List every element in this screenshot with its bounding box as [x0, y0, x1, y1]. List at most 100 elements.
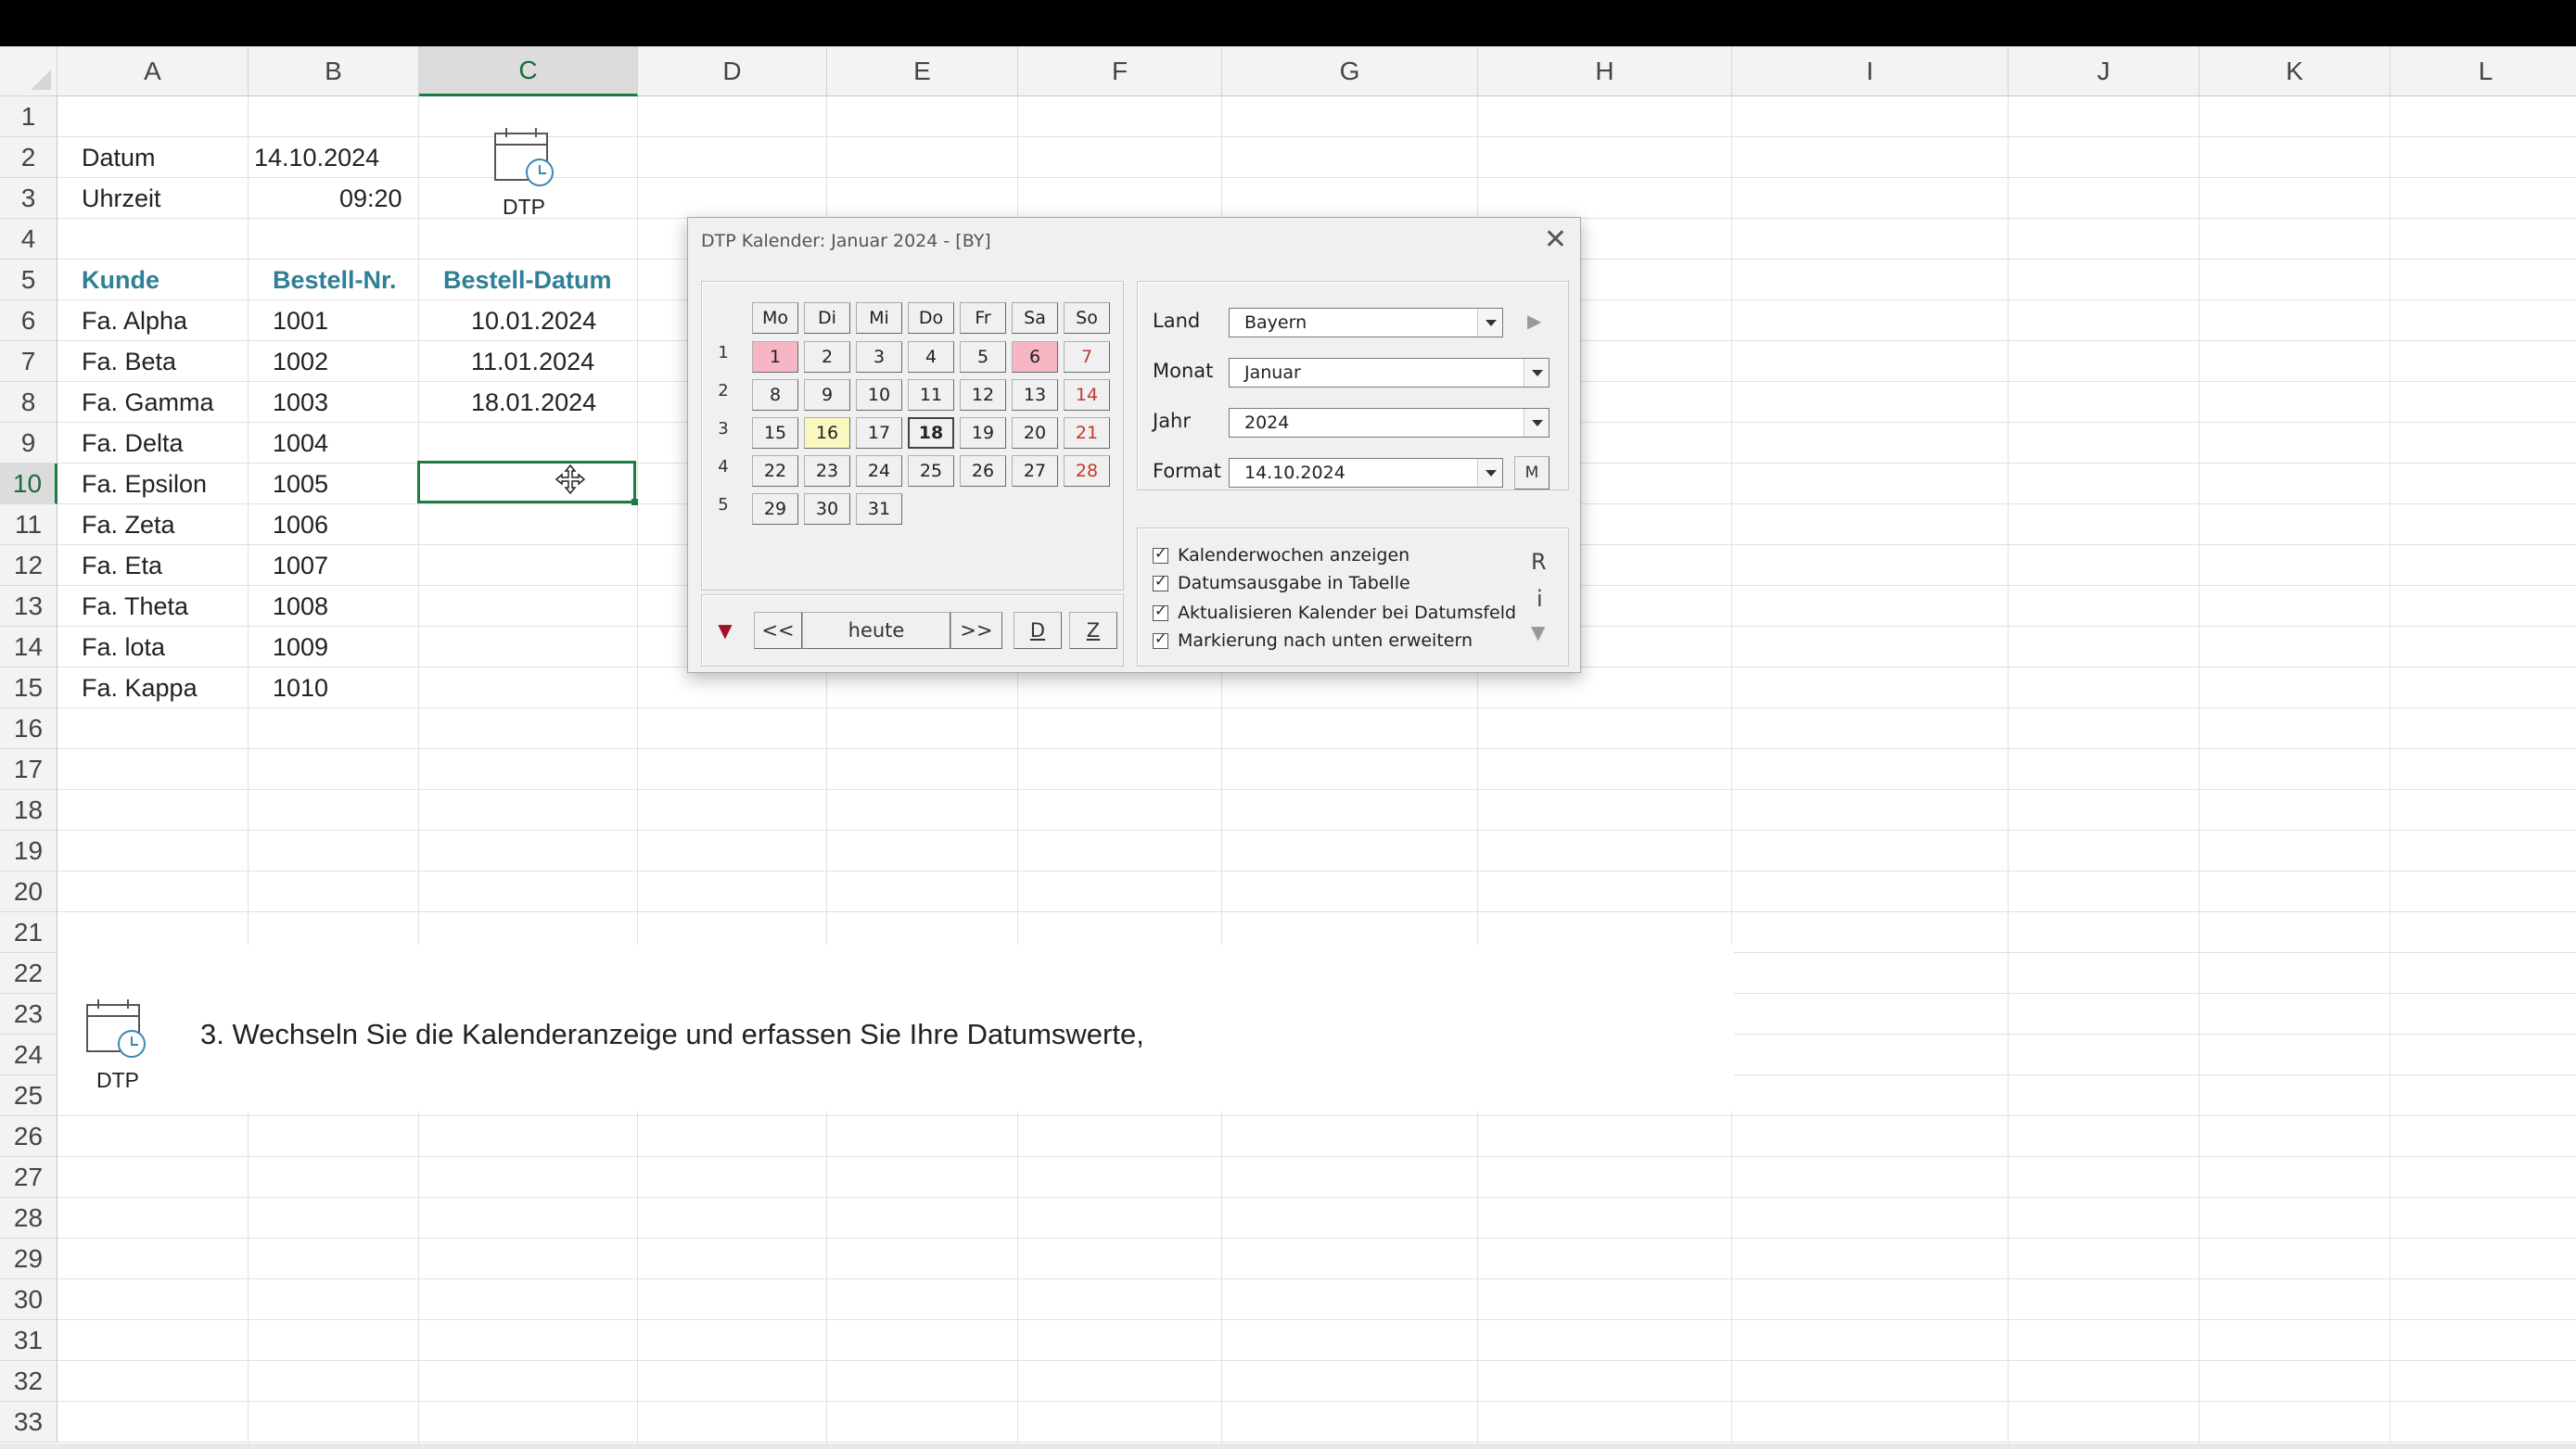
- cell-order-number[interactable]: 1004: [273, 423, 328, 464]
- calendar-day[interactable]: 4: [908, 341, 954, 373]
- row-header-23[interactable]: 23: [0, 994, 57, 1035]
- calendar-day[interactable]: 31: [856, 493, 902, 525]
- jahr-select[interactable]: 2024: [1229, 408, 1549, 438]
- column-header-h[interactable]: H: [1478, 46, 1732, 96]
- calendar-day[interactable]: 12: [960, 379, 1006, 411]
- calendar-day[interactable]: 26: [960, 455, 1006, 487]
- close-icon[interactable]: ✕: [1544, 223, 1567, 256]
- cell-order-number[interactable]: 1003: [273, 382, 328, 423]
- column-header-f[interactable]: F: [1018, 46, 1222, 96]
- calendar-day[interactable]: 25: [908, 455, 954, 487]
- chevron-down-icon[interactable]: [1477, 309, 1502, 337]
- row-header-5[interactable]: 5: [0, 260, 57, 300]
- calendar-day[interactable]: 3: [856, 341, 902, 373]
- horizontal-scrollbar[interactable]: [0, 1443, 2576, 1449]
- row-header-7[interactable]: 7: [0, 341, 57, 382]
- calendar-day[interactable]: 21: [1064, 417, 1110, 449]
- column-header-k[interactable]: K: [2200, 46, 2391, 96]
- cell-customer[interactable]: Fa. Epsilon: [82, 464, 207, 504]
- cell-customer[interactable]: Fa. Delta: [82, 423, 184, 464]
- cell-order-date[interactable]: 18.01.2024: [471, 382, 596, 423]
- cell-order-number[interactable]: 1007: [273, 545, 328, 586]
- cell-b2[interactable]: 14.10.2024: [254, 137, 379, 178]
- row-header-31[interactable]: 31: [0, 1320, 57, 1361]
- calendar-day[interactable]: 1: [752, 341, 798, 373]
- calendar-day[interactable]: 24: [856, 455, 902, 487]
- calendar-day[interactable]: 19: [960, 417, 1006, 449]
- select-all-corner[interactable]: [0, 46, 57, 96]
- calendar-day[interactable]: 23: [804, 455, 850, 487]
- calendar-day[interactable]: 20: [1012, 417, 1058, 449]
- row-header-20[interactable]: 20: [0, 871, 57, 912]
- calendar-day[interactable]: 28: [1064, 455, 1110, 487]
- cell-a2[interactable]: Datum: [82, 137, 156, 178]
- row-header-9[interactable]: 9: [0, 423, 57, 464]
- column-header-c[interactable]: C: [419, 46, 638, 96]
- row-header-13[interactable]: 13: [0, 586, 57, 627]
- cell-customer[interactable]: Fa. lota: [82, 627, 165, 667]
- column-header-e[interactable]: E: [827, 46, 1018, 96]
- column-header-b[interactable]: B: [249, 46, 419, 96]
- option-aktualisieren[interactable]: Aktualisieren Kalender bei Datumsfeld: [1153, 602, 1516, 623]
- row-header-2[interactable]: 2: [0, 137, 57, 178]
- cell-customer[interactable]: Fa. Alpha: [82, 300, 187, 341]
- calendar-day[interactable]: 18: [908, 417, 954, 449]
- row-header-33[interactable]: 33: [0, 1402, 57, 1443]
- calendar-day[interactable]: 22: [752, 455, 798, 487]
- column-header-j[interactable]: J: [2009, 46, 2200, 96]
- column-header-g[interactable]: G: [1222, 46, 1478, 96]
- row-header-27[interactable]: 27: [0, 1157, 57, 1198]
- today-button[interactable]: heute: [802, 612, 950, 649]
- calendar-day[interactable]: 9: [804, 379, 850, 411]
- cell-order-number[interactable]: 1002: [273, 341, 328, 382]
- column-header-i[interactable]: I: [1732, 46, 2009, 96]
- row-header-30[interactable]: 30: [0, 1279, 57, 1320]
- cell-customer[interactable]: Fa. Kappa: [82, 667, 198, 708]
- row-header-21[interactable]: 21: [0, 912, 57, 953]
- column-header-a[interactable]: A: [57, 46, 249, 96]
- row-header-15[interactable]: 15: [0, 667, 57, 708]
- cell-order-date[interactable]: 10.01.2024: [471, 300, 596, 341]
- calendar-day[interactable]: 6: [1012, 341, 1058, 373]
- row-header-11[interactable]: 11: [0, 504, 57, 545]
- calendar-day[interactable]: 5: [960, 341, 1006, 373]
- cell-customer[interactable]: Fa. Gamma: [82, 382, 214, 423]
- row-header-16[interactable]: 16: [0, 708, 57, 749]
- calendar-day[interactable]: 2: [804, 341, 850, 373]
- cell-order-number[interactable]: 1008: [273, 586, 328, 627]
- calendar-day[interactable]: 13: [1012, 379, 1058, 411]
- info-i-button[interactable]: i: [1537, 586, 1543, 612]
- format-select[interactable]: 14.10.2024: [1229, 458, 1503, 488]
- calendar-day[interactable]: 7: [1064, 341, 1110, 373]
- d-button[interactable]: D: [1014, 612, 1062, 649]
- row-header-22[interactable]: 22: [0, 953, 57, 994]
- calendar-day[interactable]: 14: [1064, 379, 1110, 411]
- calendar-day[interactable]: 29: [752, 493, 798, 525]
- next-month-button[interactable]: >>: [950, 612, 1002, 649]
- row-header-29[interactable]: 29: [0, 1239, 57, 1279]
- cell-order-number[interactable]: 1006: [273, 504, 328, 545]
- header-bestell-datum[interactable]: Bestell-Datum: [443, 260, 612, 300]
- header-kunde[interactable]: Kunde: [82, 260, 159, 300]
- cell-order-number[interactable]: 1010: [273, 667, 328, 708]
- z-button[interactable]: Z: [1069, 612, 1117, 649]
- row-header-8[interactable]: 8: [0, 382, 57, 423]
- cell-b3[interactable]: 09:20: [339, 178, 402, 219]
- calendar-clock-icon[interactable]: [491, 124, 558, 189]
- row-header-3[interactable]: 3: [0, 178, 57, 219]
- row-header-1[interactable]: 1: [0, 96, 57, 137]
- row-header-28[interactable]: 28: [0, 1198, 57, 1239]
- row-header-18[interactable]: 18: [0, 790, 57, 831]
- row-header-17[interactable]: 17: [0, 749, 57, 790]
- calendar-day[interactable]: 15: [752, 417, 798, 449]
- chevron-down-icon[interactable]: [1524, 359, 1549, 387]
- cell-customer[interactable]: Fa. Zeta: [82, 504, 175, 545]
- cell-order-number[interactable]: 1005: [273, 464, 328, 504]
- row-header-14[interactable]: 14: [0, 627, 57, 667]
- row-header-10[interactable]: 10: [0, 464, 57, 504]
- header-bestell-nr[interactable]: Bestell-Nr.: [273, 260, 397, 300]
- cell-a3[interactable]: Uhrzeit: [82, 178, 161, 219]
- chevron-down-icon[interactable]: [1477, 459, 1502, 487]
- prev-month-button[interactable]: <<: [754, 612, 802, 649]
- calendar-day[interactable]: 11: [908, 379, 954, 411]
